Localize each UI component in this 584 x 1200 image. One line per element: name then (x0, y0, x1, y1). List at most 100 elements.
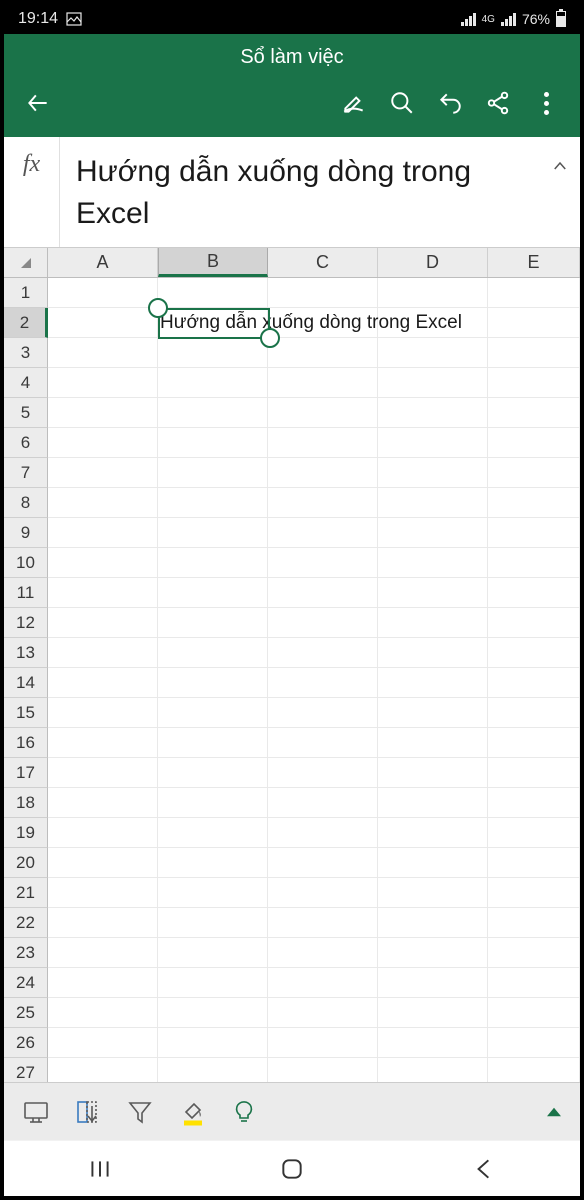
cell[interactable] (158, 758, 268, 788)
cell[interactable] (158, 698, 268, 728)
cell[interactable] (488, 638, 580, 668)
cell[interactable] (48, 938, 158, 968)
cell[interactable] (158, 668, 268, 698)
cell[interactable] (158, 818, 268, 848)
display-button[interactable] (10, 1083, 62, 1141)
filter-button[interactable] (114, 1083, 166, 1141)
cell[interactable] (488, 578, 580, 608)
more-options-button[interactable] (522, 79, 570, 127)
cell[interactable] (268, 518, 378, 548)
cell[interactable] (48, 488, 158, 518)
cell[interactable] (48, 818, 158, 848)
row-header-7[interactable]: 7 (4, 458, 48, 488)
col-header-c[interactable]: C (268, 248, 378, 277)
cell[interactable] (48, 1028, 158, 1058)
cell[interactable] (378, 818, 488, 848)
cell[interactable] (378, 878, 488, 908)
cell[interactable] (378, 518, 488, 548)
cell[interactable] (488, 698, 580, 728)
row-header-17[interactable]: 17 (4, 758, 48, 788)
cell[interactable] (378, 278, 488, 308)
cell[interactable] (488, 308, 580, 338)
cell[interactable] (158, 1058, 268, 1082)
row-header-21[interactable]: 21 (4, 878, 48, 908)
home-button[interactable] (252, 1156, 332, 1182)
cell[interactable] (48, 548, 158, 578)
cell[interactable] (378, 698, 488, 728)
cell[interactable] (158, 728, 268, 758)
collapse-formula-button[interactable] (540, 137, 580, 247)
cell[interactable] (268, 488, 378, 518)
row-header-15[interactable]: 15 (4, 698, 48, 728)
cell[interactable] (488, 488, 580, 518)
cell[interactable] (48, 1058, 158, 1082)
cell[interactable] (48, 968, 158, 998)
cell[interactable] (268, 368, 378, 398)
cell[interactable] (158, 848, 268, 878)
search-button[interactable] (378, 79, 426, 127)
cell[interactable] (48, 578, 158, 608)
cell[interactable] (268, 668, 378, 698)
cell[interactable] (158, 908, 268, 938)
cell[interactable] (158, 608, 268, 638)
cell[interactable] (158, 548, 268, 578)
draw-pen-button[interactable] (330, 79, 378, 127)
cell[interactable] (268, 608, 378, 638)
spreadsheet[interactable]: A B C D E 123456789101112131415161718192… (4, 248, 580, 1082)
row-header-8[interactable]: 8 (4, 488, 48, 518)
cell[interactable] (378, 788, 488, 818)
cell[interactable] (48, 728, 158, 758)
cell[interactable] (378, 998, 488, 1028)
row-header-12[interactable]: 12 (4, 608, 48, 638)
back-button[interactable] (14, 79, 62, 127)
cell[interactable] (378, 608, 488, 638)
cell[interactable] (48, 518, 158, 548)
cell[interactable] (268, 638, 378, 668)
col-header-d[interactable]: D (378, 248, 488, 277)
cell[interactable] (48, 788, 158, 818)
cell[interactable] (488, 818, 580, 848)
cell[interactable] (378, 968, 488, 998)
cell[interactable] (268, 1058, 378, 1082)
cell[interactable] (488, 398, 580, 428)
row-header-19[interactable]: 19 (4, 818, 48, 848)
cell[interactable] (158, 428, 268, 458)
cell[interactable] (378, 848, 488, 878)
cell[interactable] (48, 398, 158, 428)
cell[interactable] (268, 878, 378, 908)
cell[interactable] (268, 278, 378, 308)
cell[interactable] (488, 878, 580, 908)
cell[interactable] (488, 428, 580, 458)
cell[interactable] (268, 1028, 378, 1058)
cell[interactable] (48, 458, 158, 488)
cell[interactable] (488, 968, 580, 998)
formula-input[interactable]: Hướng dẫn xuống dòng trong Excel (60, 137, 540, 247)
cell[interactable] (488, 1058, 580, 1082)
cell[interactable] (268, 578, 378, 608)
cell[interactable] (158, 638, 268, 668)
cell[interactable] (268, 998, 378, 1028)
fill-color-button[interactable] (166, 1083, 218, 1141)
cell[interactable] (158, 458, 268, 488)
cell[interactable] (488, 908, 580, 938)
cell[interactable] (48, 998, 158, 1028)
cell[interactable] (158, 578, 268, 608)
cell[interactable] (488, 338, 580, 368)
cell[interactable] (268, 788, 378, 818)
share-button[interactable] (474, 79, 522, 127)
selection-handle-br[interactable] (260, 328, 280, 348)
cell[interactable] (488, 848, 580, 878)
cell[interactable] (268, 698, 378, 728)
cell[interactable] (378, 428, 488, 458)
row-header-2[interactable]: 2 (4, 308, 48, 338)
cell[interactable] (378, 1028, 488, 1058)
cell[interactable] (48, 908, 158, 938)
cell[interactable] (488, 788, 580, 818)
ideas-button[interactable] (218, 1083, 270, 1141)
cell[interactable] (488, 758, 580, 788)
row-header-14[interactable]: 14 (4, 668, 48, 698)
cell[interactable] (268, 938, 378, 968)
row-header-13[interactable]: 13 (4, 638, 48, 668)
cell[interactable] (48, 668, 158, 698)
cell[interactable] (158, 368, 268, 398)
